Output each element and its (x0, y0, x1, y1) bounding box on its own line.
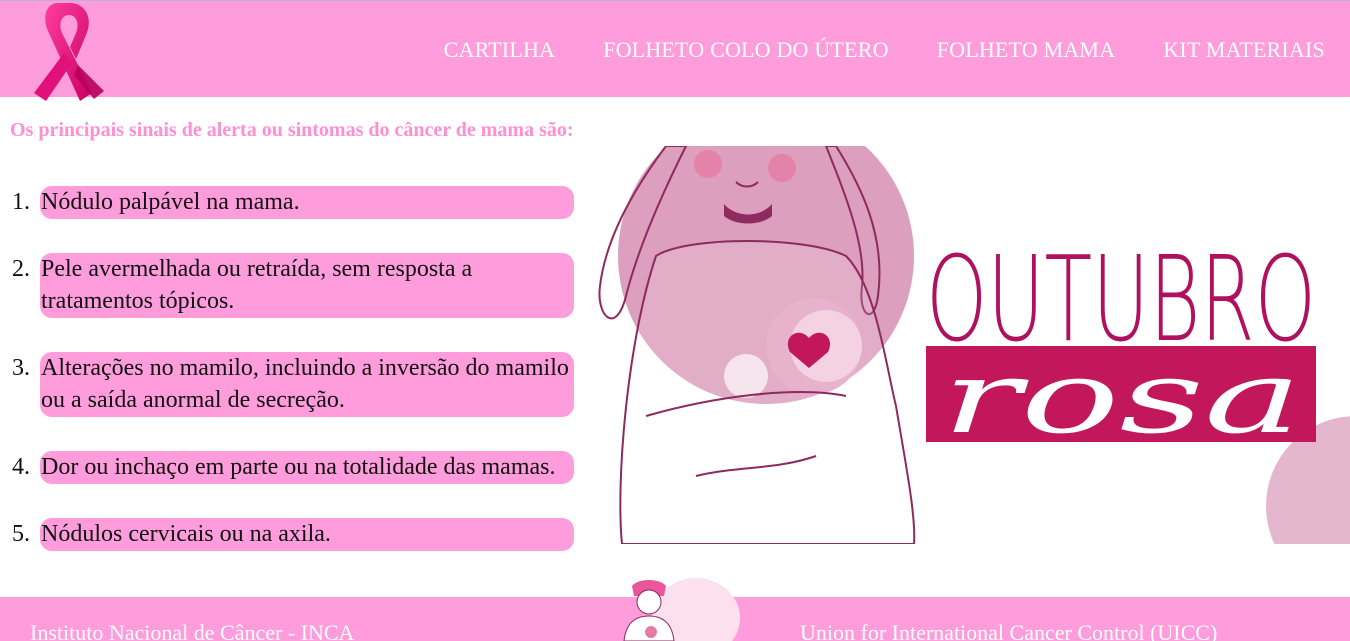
page-title: Os principais sinais de alerta ou sintom… (10, 119, 574, 141)
list-item-text: Pele avermelhada ou retraída, sem respos… (40, 253, 574, 318)
list-item-number: 4. (12, 454, 30, 480)
list-item-text: Nódulo palpável na mama. (40, 186, 574, 219)
list-item: 3. Alterações no mamilo, incluindo a inv… (0, 352, 580, 417)
main-nav: CARTILHA FOLHETO COLO DO ÚTERO FOLHETO M… (444, 37, 1325, 63)
footer-uicc[interactable]: Union for International Cancer Control (… (800, 620, 1217, 641)
list-item-text: Alterações no mamilo, incluindo a invers… (40, 352, 574, 417)
site-header: CARTILHA FOLHETO COLO DO ÚTERO FOLHETO M… (0, 0, 1350, 101)
list-item: 1. Nódulo palpável na mama. (0, 186, 580, 219)
list-item-text: Nódulos cervicais ou na axila. (40, 518, 574, 551)
list-item-number: 2. (12, 256, 30, 282)
pink-ribbon-icon[interactable] (28, 1, 110, 105)
nav-folheto-mama[interactable]: FOLHETO MAMA (937, 37, 1116, 63)
list-item-number: 1. (12, 189, 30, 215)
banner-title-bottom: rosa (942, 339, 1302, 456)
list-item-number: 3. (12, 355, 30, 381)
list-item: 5. Nódulos cervicais ou na axila. (0, 518, 580, 551)
banner-illustration: OUTUBRO rosa (598, 146, 1350, 544)
list-item: 4. Dor ou inchaço em parte ou na totalid… (0, 451, 580, 484)
list-item: 2. Pele avermelhada ou retraída, sem res… (0, 253, 580, 318)
footer-woman-illustration (623, 578, 740, 641)
nav-folheto-colo-do-utero[interactable]: FOLHETO COLO DO ÚTERO (603, 37, 889, 63)
symptom-list: 1. Nódulo palpável na mama. 2. Pele aver… (0, 186, 580, 585)
nav-cartilha[interactable]: CARTILHA (444, 37, 556, 63)
list-item-text: Dor ou inchaço em parte ou na totalidade… (40, 451, 574, 484)
outubro-rosa-banner: OUTUBRO rosa (596, 146, 1350, 544)
list-item-number: 5. (12, 521, 30, 547)
nav-kit-materiais[interactable]: KIT MATERIAIS (1163, 37, 1325, 63)
footer-inca[interactable]: Instituto Nacional de Câncer - INCA (30, 620, 354, 641)
